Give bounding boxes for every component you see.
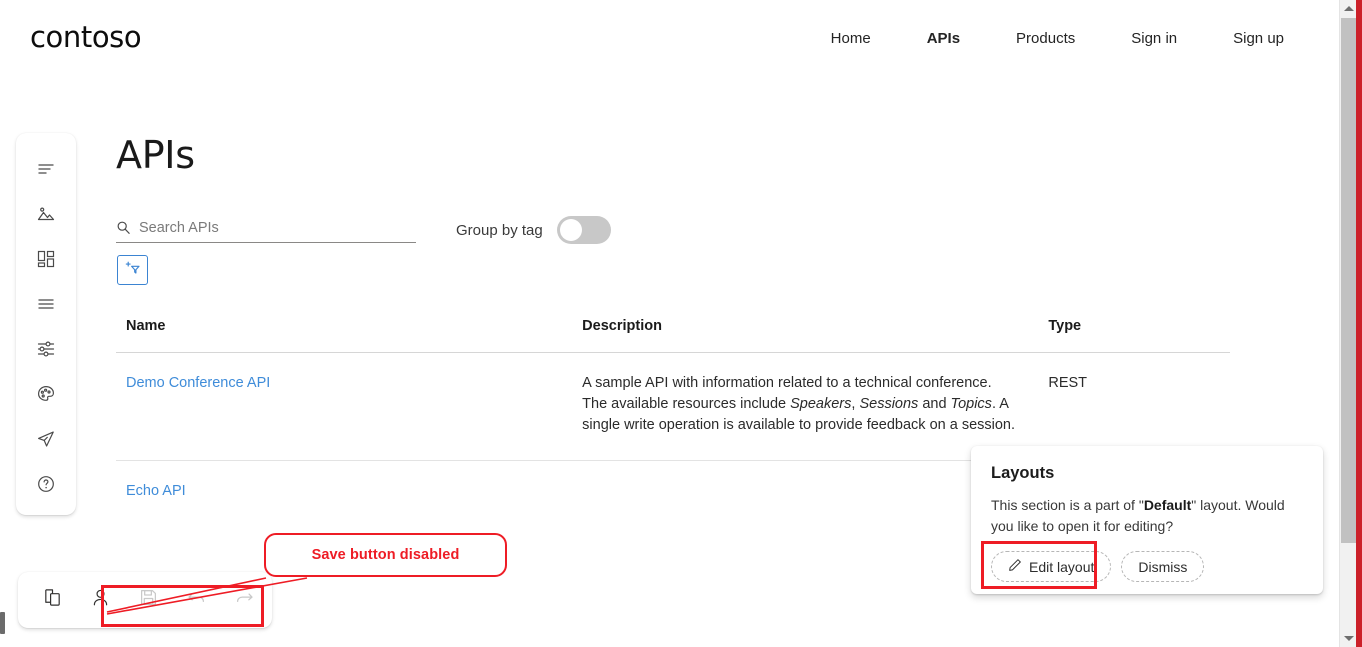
table-head: Name Description Type — [116, 318, 1230, 353]
widgets-grid-icon — [36, 249, 56, 269]
group-by-tag-toggle[interactable] — [556, 216, 611, 244]
api-link-demo-conference-api[interactable]: Demo Conference API — [126, 375, 270, 391]
theme-palette-icon — [36, 384, 56, 404]
search-icon — [116, 220, 131, 235]
media-image-icon — [36, 204, 56, 224]
main-content: APIs Group by tag — [116, 133, 1236, 285]
group-by-tag-control: Group by tag — [456, 216, 611, 244]
scroll-down-arrow[interactable] — [1340, 630, 1357, 647]
editor-side-rail — [16, 133, 76, 515]
page-title: APIs — [116, 133, 195, 177]
content-icon — [36, 159, 56, 179]
group-by-tag-label: Group by tag — [456, 221, 543, 239]
description-line: The available resources include Speakers… — [582, 394, 1048, 415]
column-header-description: Description — [582, 318, 1049, 353]
rail-item-styles[interactable] — [26, 374, 66, 414]
api-name-cell: Demo Conference API — [116, 352, 583, 461]
layouts-body-layout-name: Default — [1143, 497, 1192, 513]
rail-item-settings[interactable] — [26, 329, 66, 369]
duplicate-button[interactable] — [30, 578, 74, 622]
nav-item-home[interactable]: Home — [803, 30, 899, 47]
brand-logo[interactable]: contoso — [30, 20, 142, 54]
redo-icon — [234, 587, 255, 613]
pages-list-icon — [36, 294, 56, 314]
duplicate-icon — [42, 587, 63, 613]
column-header-type: Type — [1048, 318, 1230, 353]
settings-sliders-icon — [36, 339, 56, 359]
nav-item-sign-in[interactable]: Sign in — [1103, 30, 1205, 47]
vertical-scrollbar[interactable] — [1339, 0, 1357, 647]
bottom-toolbar — [18, 572, 272, 628]
nav-item-sign-up[interactable]: Sign up — [1205, 30, 1312, 47]
scroll-up-arrow[interactable] — [1340, 0, 1357, 17]
undo-icon — [186, 587, 207, 613]
annotation-callout: Save button disabled — [264, 533, 507, 577]
api-name-cell: Echo API — [116, 461, 582, 527]
undo-button — [174, 578, 218, 622]
site-header: contoso Home APIs Products Sign in Sign … — [0, 0, 1338, 80]
search-box — [116, 213, 416, 243]
rail-item-media[interactable] — [26, 194, 66, 234]
main-navigation: Home APIs Products Sign in Sign up — [803, 30, 1312, 47]
layouts-popup-actions: Edit layout Dismiss — [991, 551, 1303, 582]
layouts-popup: Layouts This section is a part of "Defau… — [971, 446, 1323, 594]
column-header-name: Name — [116, 318, 583, 353]
window-edge-highlight — [1356, 0, 1362, 647]
table-row: Demo Conference API A sample API with in… — [116, 352, 1230, 461]
rail-item-publish[interactable] — [26, 419, 66, 459]
user-icon — [90, 587, 111, 613]
search-input[interactable] — [139, 219, 379, 236]
description-segment: . A — [991, 396, 1009, 412]
save-icon — [138, 587, 159, 613]
description-segment-emphasis: Topics — [950, 396, 992, 412]
description-line: A sample API with information related to… — [582, 375, 992, 391]
app-window: contoso Home APIs Products Sign in Sign … — [0, 0, 1362, 647]
toggle-knob — [559, 219, 582, 241]
rail-item-help[interactable] — [26, 464, 66, 504]
table-header-row: Name Description Type — [116, 318, 1230, 353]
edit-layout-button[interactable]: Edit layout — [991, 551, 1112, 582]
description-line: single write operation is available to p… — [582, 417, 1016, 433]
add-filter-icon — [124, 259, 142, 282]
layouts-popup-title: Layouts — [991, 464, 1055, 482]
dismiss-label: Dismiss — [1138, 558, 1188, 575]
save-button — [126, 578, 170, 622]
help-icon — [36, 474, 56, 494]
layouts-popup-body: This section is a part of "Default" layo… — [991, 495, 1303, 537]
dismiss-button[interactable]: Dismiss — [1121, 551, 1205, 582]
add-filter-button[interactable] — [117, 255, 148, 285]
description-segment-emphasis: Sessions — [859, 396, 919, 412]
nav-item-apis[interactable]: APIs — [899, 30, 988, 47]
redo-button — [222, 578, 266, 622]
description-segment-emphasis: Speakers — [790, 396, 852, 412]
rail-item-pages[interactable] — [26, 284, 66, 324]
api-link-echo-api[interactable]: Echo API — [126, 483, 186, 499]
panel-edge-handle — [0, 612, 5, 634]
pencil-icon — [1008, 558, 1022, 575]
description-segment: and — [918, 396, 951, 412]
api-description-cell: A sample API with information related to… — [582, 352, 1049, 461]
user-button[interactable] — [78, 578, 122, 622]
rail-item-widgets[interactable] — [26, 239, 66, 279]
rail-item-content[interactable] — [26, 149, 66, 189]
list-controls: Group by tag — [116, 209, 1236, 244]
nav-item-products[interactable]: Products — [988, 30, 1103, 47]
publish-send-icon — [36, 429, 56, 449]
scrollbar-thumb[interactable] — [1341, 18, 1356, 543]
description-segment: The available resources include — [582, 396, 791, 412]
annotation-callout-text: Save button disabled — [311, 547, 460, 563]
edit-layout-label: Edit layout — [1029, 558, 1095, 575]
layouts-body-prefix: This section is a part of " — [991, 497, 1144, 513]
api-type-cell: REST — [1048, 352, 1230, 461]
